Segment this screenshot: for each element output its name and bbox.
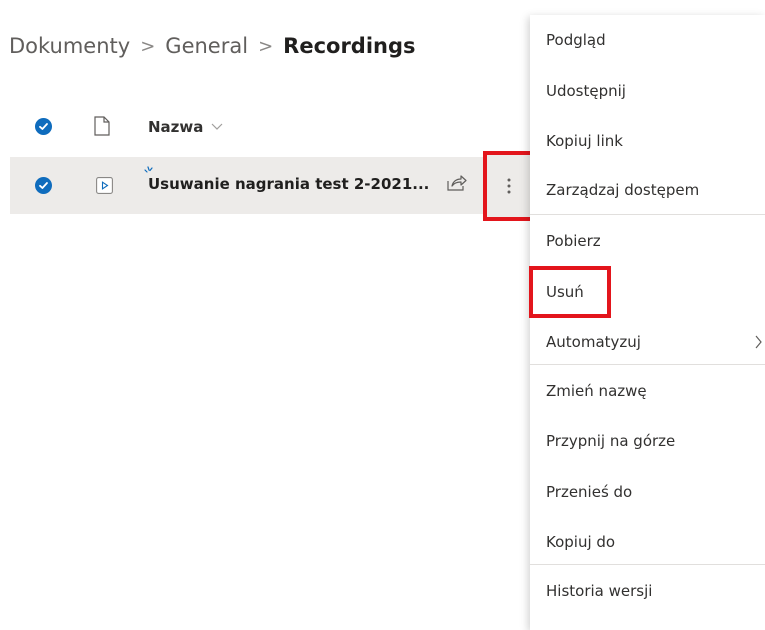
file-name[interactable]: Usuwanie nagrania test 2-2021... <box>148 175 429 193</box>
menu-divider <box>530 564 765 565</box>
breadcrumb-separator: > <box>140 35 156 57</box>
column-header-name[interactable]: Nazwa <box>148 118 223 136</box>
menu-item-label: Pobierz <box>546 232 601 250</box>
file-type-icon <box>94 116 110 136</box>
menu-item-copy-link[interactable]: Kopiuj link <box>530 116 765 166</box>
delete-highlight-box <box>529 266 611 318</box>
breadcrumb-current: Recordings <box>283 34 416 58</box>
check-icon <box>39 182 48 189</box>
video-file-icon <box>96 177 113 194</box>
column-header-name-label: Nazwa <box>148 118 204 136</box>
menu-item-preview[interactable]: Podgląd <box>530 15 765 65</box>
menu-item-download[interactable]: Pobierz <box>530 216 765 266</box>
menu-divider <box>530 214 765 215</box>
menu-item-label: Przypnij na górze <box>546 432 676 450</box>
breadcrumb-item-dokumenty[interactable]: Dokumenty <box>9 34 130 58</box>
breadcrumb-separator: > <box>258 35 274 57</box>
share-icon[interactable] <box>447 174 467 192</box>
menu-item-manage-access[interactable]: Zarządzaj dostępem <box>530 165 765 215</box>
more-actions-button[interactable] <box>483 151 534 221</box>
more-icon <box>507 178 510 194</box>
table-row[interactable]: Usuwanie nagrania test 2-2021... <box>10 157 530 214</box>
menu-item-label: Przenieś do <box>546 483 633 501</box>
menu-item-label: Podgląd <box>546 31 606 49</box>
select-all-checkbox[interactable] <box>35 118 52 135</box>
menu-divider <box>530 364 765 365</box>
context-menu: Podgląd Udostępnij Kopiuj link Zarządzaj… <box>530 15 765 630</box>
breadcrumb-item-general[interactable]: General <box>165 34 248 58</box>
menu-item-share[interactable]: Udostępnij <box>530 66 765 116</box>
menu-item-pin-to-top[interactable]: Przypnij na górze <box>530 416 765 466</box>
menu-item-version-history[interactable]: Historia wersji <box>530 566 765 616</box>
check-icon <box>39 123 48 130</box>
menu-item-automate[interactable]: Automatyzuj <box>530 317 765 367</box>
menu-item-label: Historia wersji <box>546 582 653 600</box>
row-checkbox[interactable] <box>35 177 52 194</box>
menu-item-label: Zarządzaj dostępem <box>546 181 700 199</box>
menu-item-label: Kopiuj link <box>546 132 623 150</box>
menu-item-label: Automatyzuj <box>546 333 641 351</box>
list-header: Nazwa <box>0 108 520 148</box>
breadcrumb: Dokumenty > General > Recordings <box>9 34 416 58</box>
menu-item-label: Kopiuj do <box>546 533 616 551</box>
menu-item-rename[interactable]: Zmień nazwę <box>530 366 765 416</box>
menu-item-label: Udostępnij <box>546 82 626 100</box>
chevron-down-icon <box>211 123 223 130</box>
menu-item-move-to[interactable]: Przenieś do <box>530 467 765 517</box>
menu-item-copy-to[interactable]: Kopiuj do <box>530 517 765 567</box>
chevron-right-icon <box>755 335 762 349</box>
menu-item-label: Zmień nazwę <box>546 382 647 400</box>
